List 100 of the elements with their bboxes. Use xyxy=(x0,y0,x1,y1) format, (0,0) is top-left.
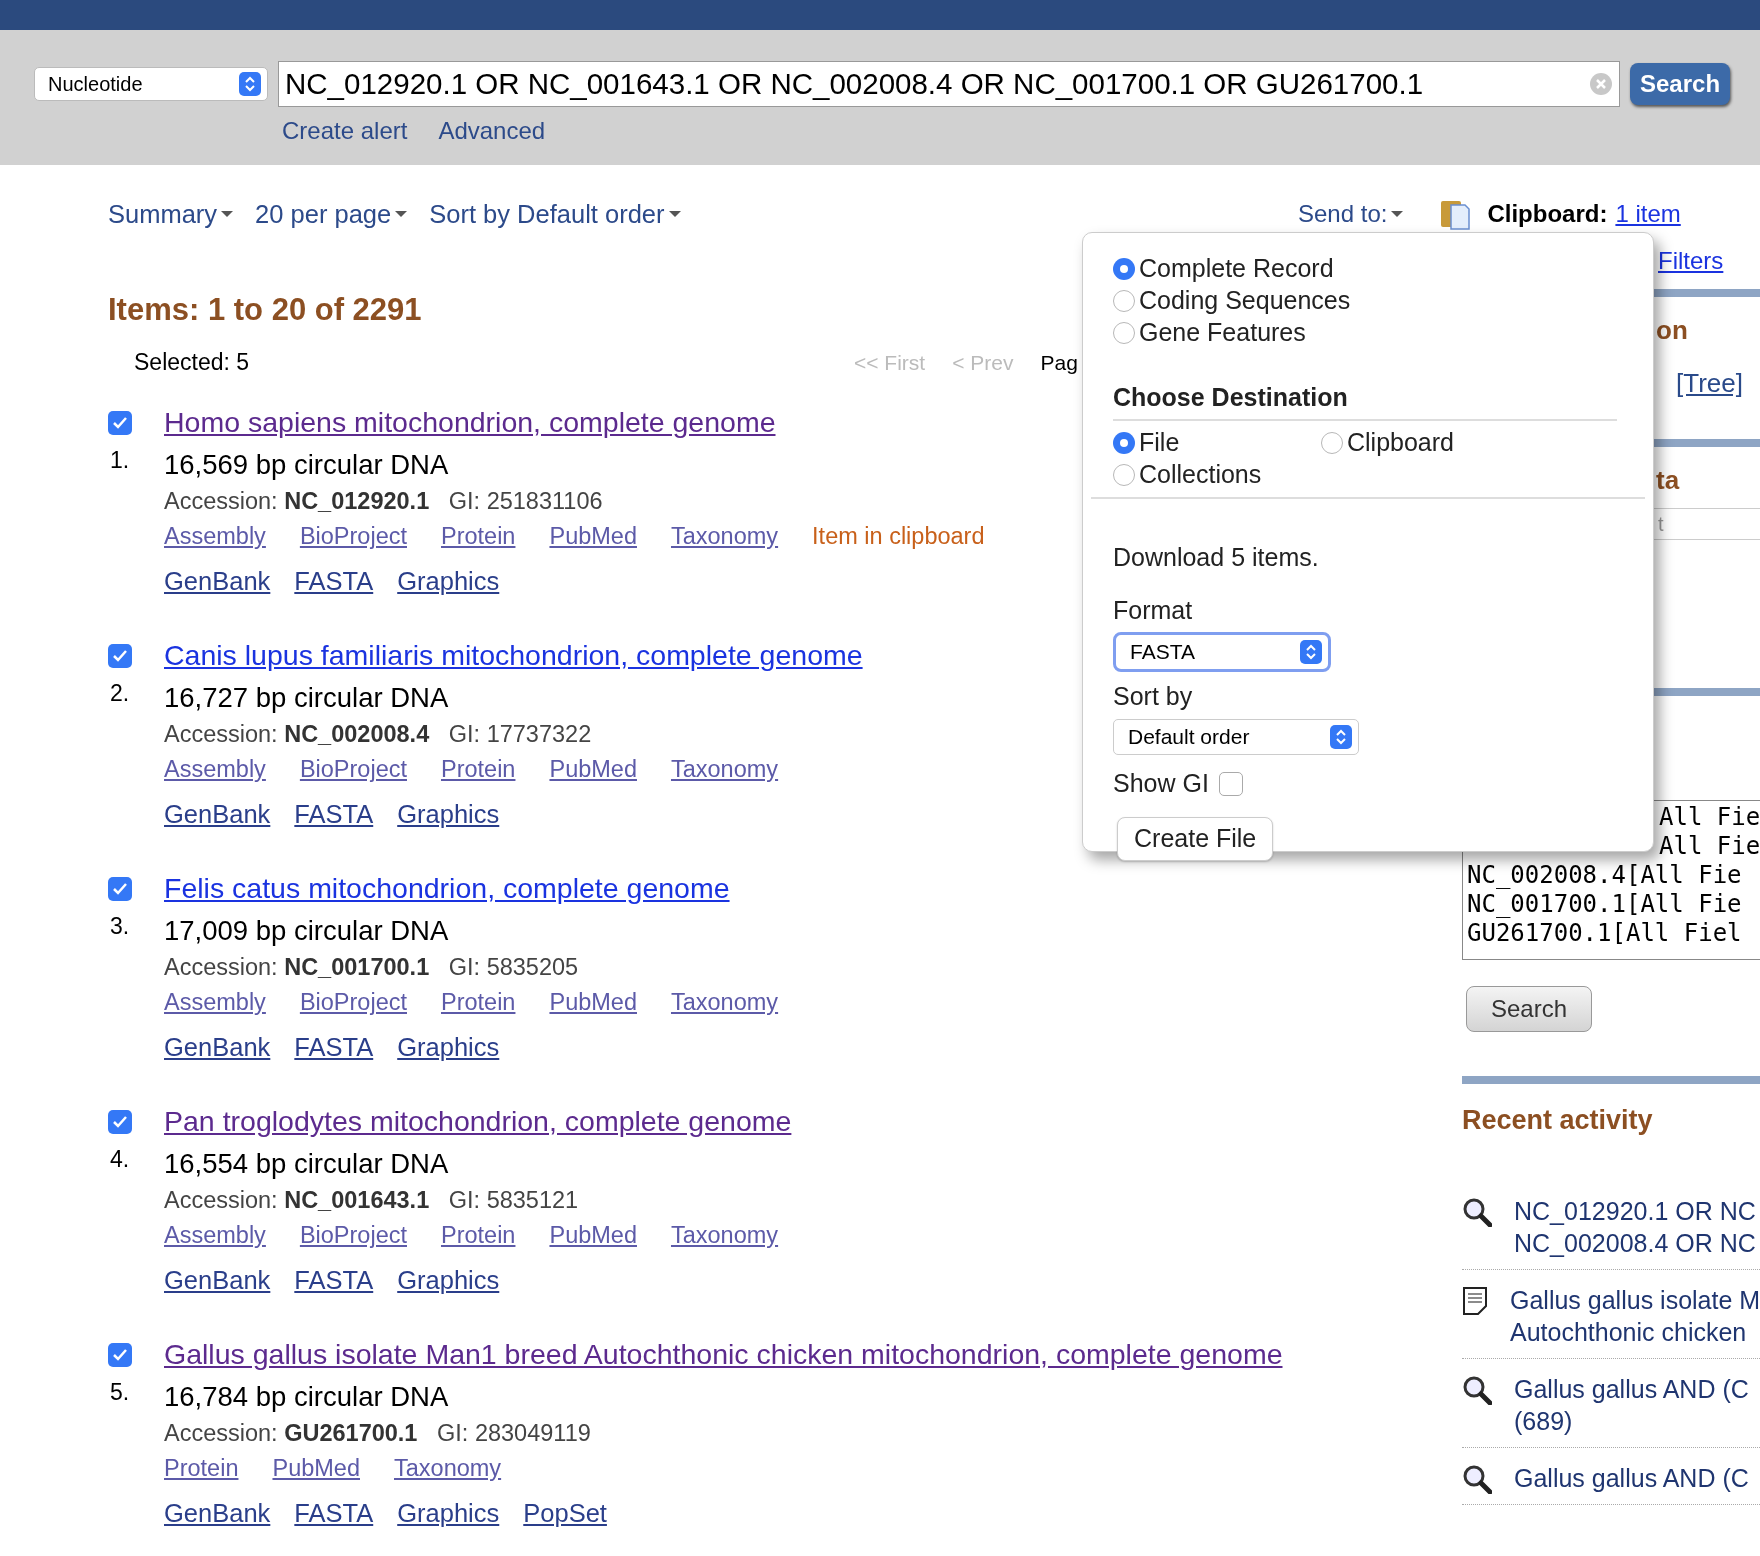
related-link[interactable]: Protein xyxy=(441,518,516,555)
pager-link[interactable]: Pag xyxy=(1040,346,1078,379)
accession-info: Accession: NC_012920.1 GI: 251831106 xyxy=(164,486,603,516)
related-link[interactable]: PubMed xyxy=(549,1217,637,1254)
search-input[interactable]: NC_012920.1 OR NC_001643.1 OR NC_002008.4 OR NC_001700.1 OR GU261700.1 xyxy=(278,61,1620,107)
create-file-button[interactable]: Create File xyxy=(1117,816,1274,861)
result-checkbox[interactable] xyxy=(108,410,132,435)
format-option[interactable]: Coding Sequences xyxy=(1113,285,1623,317)
caret-icon xyxy=(668,210,681,218)
related-link[interactable]: Taxonomy xyxy=(394,1450,502,1487)
radio-button[interactable] xyxy=(1321,431,1343,454)
related-link[interactable]: PubMed xyxy=(549,518,637,555)
format-link[interactable]: FASTA xyxy=(294,1261,374,1300)
result-description: 16,727 bp circular DNA xyxy=(164,680,449,715)
format-link[interactable]: Graphics xyxy=(397,1261,500,1300)
related-link[interactable]: Protein xyxy=(441,751,516,788)
select-arrows-icon xyxy=(239,72,261,96)
checkmark-icon xyxy=(112,648,128,663)
result-number: 1. xyxy=(109,445,131,475)
display-menu[interactable]: 20 per page xyxy=(255,194,408,234)
database-select[interactable]: Nucleotide xyxy=(34,67,268,101)
show-gi-checkbox[interactable] xyxy=(1218,771,1243,796)
format-link[interactable]: GenBank xyxy=(164,1494,271,1533)
send-to-menu[interactable]: Send to: xyxy=(1298,196,1404,232)
format-link[interactable]: GenBank xyxy=(164,562,271,601)
document-icon xyxy=(1462,1285,1488,1316)
search-button[interactable]: Search xyxy=(1630,63,1731,105)
result-number: 4. xyxy=(109,1144,131,1174)
radio-button[interactable] xyxy=(1113,322,1135,344)
sort-select[interactable]: Default order xyxy=(1113,719,1359,755)
display-menu[interactable]: Summary xyxy=(108,194,234,234)
related-link[interactable]: PubMed xyxy=(272,1450,360,1487)
related-link[interactable]: Protein xyxy=(441,1217,516,1254)
recent-activity-link[interactable]: Gallus gallus isolate M Autochthonic chicken xyxy=(1510,1283,1760,1348)
format-link[interactable]: FASTA xyxy=(294,1028,374,1067)
format-link[interactable]: Graphics xyxy=(397,1028,500,1067)
related-link[interactable]: BioProject xyxy=(299,1217,407,1254)
result-checkbox[interactable] xyxy=(108,643,132,668)
format-option[interactable]: Complete Record xyxy=(1113,253,1623,285)
radio-button[interactable] xyxy=(1113,431,1135,454)
destination-option[interactable]: Collections xyxy=(1113,458,1321,491)
recent-activity-link[interactable]: NC_012920.1 OR NC NC_002008.4 OR NC xyxy=(1514,1194,1756,1259)
result-number: 3. xyxy=(109,911,131,941)
filters-link[interactable]: Filters xyxy=(1658,243,1760,275)
related-link[interactable]: PubMed xyxy=(549,984,637,1021)
format-link[interactable]: FASTA xyxy=(294,795,374,834)
related-link[interactable]: BioProject xyxy=(299,984,407,1021)
result-number: 2. xyxy=(109,678,131,708)
radio-button[interactable] xyxy=(1113,290,1135,312)
related-link[interactable]: Assembly xyxy=(164,984,266,1021)
result-checkbox[interactable] xyxy=(108,1109,132,1134)
format-link[interactable]: GenBank xyxy=(164,795,271,834)
result-checkbox[interactable] xyxy=(108,876,132,901)
format-link[interactable]: Graphics xyxy=(397,1494,500,1533)
recent-activity-link[interactable]: Gallus gallus AND (C xyxy=(1514,1461,1749,1494)
result-checkbox[interactable] xyxy=(108,1342,132,1367)
related-link[interactable]: Assembly xyxy=(164,518,266,555)
accession-info: Accession: NC_001643.1 GI: 5835121 xyxy=(164,1185,579,1215)
destination-option[interactable]: File xyxy=(1113,426,1321,459)
clipboard-items-link[interactable]: 1 item xyxy=(1615,196,1681,232)
related-link[interactable]: Taxonomy xyxy=(671,518,779,555)
format-link[interactable]: Graphics xyxy=(397,795,500,834)
related-link[interactable]: Taxonomy xyxy=(671,1217,779,1254)
radio-button[interactable] xyxy=(1113,258,1135,280)
result-title-link[interactable]: Gallus gallus isolate Man1 breed Autochthonic chicken mitochondrion, complete genome xyxy=(164,1333,1283,1376)
format-link[interactable]: PopSet xyxy=(523,1494,607,1533)
caret-icon xyxy=(221,210,234,218)
tree-link[interactable]: [Tree] xyxy=(1676,364,1760,403)
search-link[interactable]: Advanced xyxy=(438,113,546,149)
related-link[interactable]: Assembly xyxy=(164,751,266,788)
format-link[interactable]: Graphics xyxy=(397,562,500,601)
related-link[interactable]: Protein xyxy=(441,984,516,1021)
related-link[interactable]: Protein xyxy=(164,1450,239,1487)
search-link[interactable]: Create alert xyxy=(282,113,408,149)
display-menu[interactable]: Sort by Default order xyxy=(429,194,681,234)
related-link[interactable]: BioProject xyxy=(299,751,407,788)
related-link[interactable]: BioProject xyxy=(299,518,407,555)
related-link[interactable]: Taxonomy xyxy=(671,751,779,788)
search-icon xyxy=(1462,1463,1492,1494)
accession-info: Accession: GU261700.1 GI: 283049119 xyxy=(164,1418,591,1448)
recent-activity-link[interactable]: Gallus gallus AND (C (689) xyxy=(1514,1372,1749,1437)
format-link[interactable]: GenBank xyxy=(164,1261,271,1300)
result-description: 17,009 bp circular DNA xyxy=(164,913,449,948)
format-link[interactable]: FASTA xyxy=(294,562,374,601)
result-title-link[interactable]: Pan troglodytes mitochondrion, complete genome xyxy=(164,1100,792,1143)
sidebar-search-button[interactable]: Search xyxy=(1466,986,1592,1032)
destination-option[interactable]: Clipboard xyxy=(1321,426,1623,459)
result-title-link[interactable]: Felis catus mitochondrion, complete genome xyxy=(164,867,730,910)
radio-button[interactable] xyxy=(1113,463,1135,486)
related-link[interactable]: Assembly xyxy=(164,1217,266,1254)
related-link[interactable]: Taxonomy xyxy=(671,984,779,1021)
format-option[interactable]: Gene Features xyxy=(1113,317,1623,349)
format-label: Format xyxy=(1113,595,1194,626)
result-title-link[interactable]: Homo sapiens mitochondrion, complete genome xyxy=(164,401,776,444)
format-select[interactable]: FASTA xyxy=(1113,631,1331,672)
sort-label: Sort by xyxy=(1113,680,1194,712)
result-title-link[interactable]: Canis lupus familiaris mitochondrion, complete genome xyxy=(164,634,863,677)
related-link[interactable]: PubMed xyxy=(549,751,637,788)
format-link[interactable]: GenBank xyxy=(164,1028,271,1067)
format-link[interactable]: FASTA xyxy=(294,1494,374,1533)
